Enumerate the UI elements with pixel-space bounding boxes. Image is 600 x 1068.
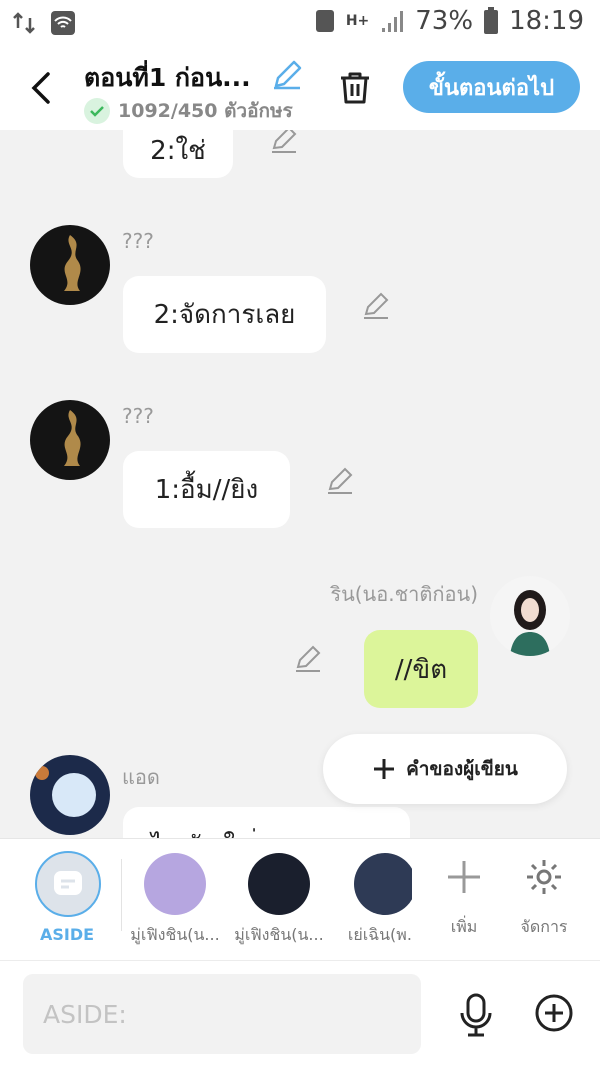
aside-avatar — [35, 851, 101, 917]
avatar[interactable] — [490, 576, 570, 656]
character-bar: ASIDE มู่เฟิงชิน(น... มู่เฟิงชิน(น... เย… — [0, 838, 600, 961]
char-count-row: 1092/450 ตัวอักษร — [84, 96, 293, 126]
avatar — [354, 853, 412, 915]
edit-title-icon[interactable] — [272, 58, 304, 90]
character-item[interactable]: มู่เฟิงชิน(น... — [130, 851, 220, 948]
check-icon — [84, 98, 110, 124]
edit-message-icon[interactable] — [362, 290, 392, 320]
manage-button[interactable]: จัดการ — [514, 857, 574, 940]
message-text: 2:ใช่ — [150, 135, 206, 166]
character-name: มู่เฟิงชิน(น... — [234, 925, 324, 944]
author-note-label: คำของผู้เขียน — [406, 758, 518, 780]
add-label: เพิ่ม — [450, 917, 478, 936]
episode-title: ตอนที่1 ก่อน... — [84, 63, 251, 92]
character-name: มู่เฟิงชิน(น... — [130, 925, 220, 944]
char-count: 1092/450 ตัวอักษร — [118, 100, 293, 122]
message-icon — [54, 871, 82, 895]
message-bubble[interactable]: 2:จัดการเลย — [123, 276, 326, 353]
chat-area: 2:ใช่ ??? 2:จัดการเลย ??? 1:อื้ม//ยิง ริ… — [0, 130, 600, 838]
avatar — [144, 853, 206, 915]
character-aside[interactable]: ASIDE — [22, 851, 112, 944]
status-left-icons — [12, 10, 76, 36]
character-item[interactable]: เย่เฉิน(พ... — [340, 851, 412, 948]
avatar[interactable] — [30, 225, 110, 305]
edit-message-icon[interactable] — [270, 130, 300, 154]
message-input[interactable]: ASIDE: — [23, 974, 421, 1054]
message-bubble[interactable]: ไ...สั...ใ...่ — [123, 807, 410, 838]
message-text: 2:จัดการเลย — [153, 300, 296, 330]
status-right: H+ 73% 18:19 — [314, 6, 584, 36]
header: ตอนที่1 ก่อน... 1092/450 ตัวอักษร ขั้นตอ… — [0, 46, 600, 130]
add-circle-icon[interactable] — [534, 993, 574, 1033]
plus-icon — [374, 759, 395, 779]
data-transfer-icon — [13, 12, 35, 34]
back-icon[interactable] — [28, 70, 54, 106]
sender-name: ริน(นอ.ชาติก่อน) — [330, 582, 478, 606]
recycle-icon — [315, 10, 334, 32]
add-character-button[interactable]: เพิ่ม — [434, 857, 494, 940]
divider — [121, 859, 122, 931]
message-bubble[interactable]: 2:ใช่ — [123, 130, 233, 178]
network-type: H+ — [345, 13, 370, 29]
plus-icon — [448, 861, 480, 893]
gear-icon — [527, 860, 561, 894]
edit-message-icon[interactable] — [326, 465, 356, 495]
avatar[interactable] — [30, 755, 110, 835]
aside-label: ASIDE — [39, 925, 95, 944]
avatar[interactable] — [30, 400, 110, 480]
sender-name: ??? — [122, 229, 154, 253]
message-text: //ขิต — [394, 654, 448, 685]
status-bar: H+ 73% 18:19 — [0, 0, 600, 46]
microphone-icon[interactable] — [458, 993, 494, 1037]
character-item[interactable]: มู่เฟิงชิน(น... — [234, 851, 324, 948]
message-text: ไ...สั...ใ...่ — [151, 825, 257, 838]
sender-name: ??? — [122, 404, 154, 428]
message-bubble[interactable]: 1:อื้ม//ยิง — [123, 451, 290, 528]
composer-bar: ASIDE: — [0, 960, 600, 1068]
avatar — [248, 853, 310, 915]
manage-label: จัดการ — [520, 917, 568, 936]
message-text: 1:อื้ม//ยิง — [154, 475, 259, 505]
message-bubble[interactable]: //ขิต — [364, 630, 478, 708]
sender-name: แอด — [122, 765, 160, 789]
character-name: เย่เฉิน(พ... — [347, 925, 412, 944]
author-note-button[interactable]: คำของผู้เขียน — [323, 734, 567, 804]
battery-percent: 73% — [415, 6, 474, 36]
wifi-icon — [51, 11, 75, 35]
edit-message-icon[interactable] — [294, 643, 324, 673]
clock: 18:19 — [509, 6, 584, 36]
signal-icon — [382, 11, 404, 32]
next-step-button[interactable]: ขั้นตอนต่อไป — [403, 61, 580, 113]
battery-icon — [484, 7, 499, 34]
trash-icon[interactable] — [337, 70, 373, 106]
